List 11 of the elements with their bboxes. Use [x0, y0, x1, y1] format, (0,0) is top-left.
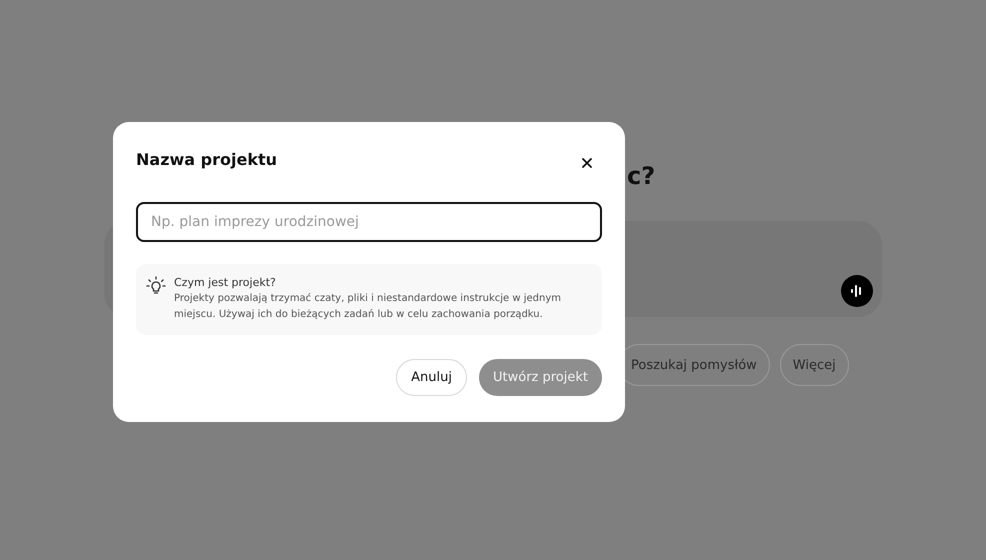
dialog-button[interactable]: Anuluj: [396, 359, 467, 396]
close-icon: [582, 158, 592, 168]
info-text: Projekty pozwalają trzymać czaty, pliki i niestandardowe instrukcje w jednym miejscu. Używaj ich do bieżących zadań lub w celu zachowania porządku.: [174, 292, 562, 322]
lightbulb-icon: [146, 276, 166, 296]
info-title: Czym jest projekt?: [174, 276, 277, 289]
dialog-title: Nazwa projektu: [136, 150, 277, 168]
suggestion-chip[interactable]: Więcej: [780, 344, 849, 386]
project-name-field[interactable]: Np. plan imprezy urodzinowej: [136, 202, 602, 242]
page-heading: c?: [627, 161, 656, 192]
waveform-icon: [850, 284, 864, 298]
voice-button[interactable]: [841, 275, 873, 307]
